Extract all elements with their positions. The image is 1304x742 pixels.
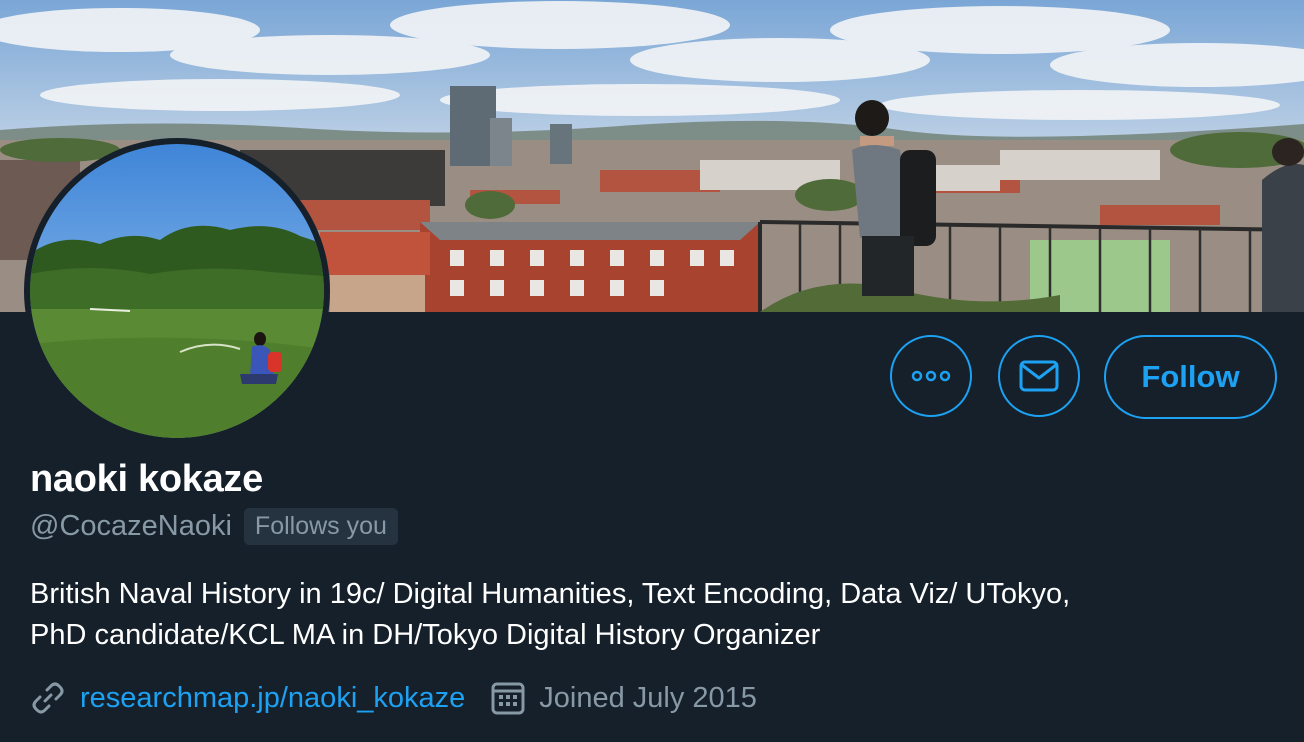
follows-you-badge: Follows you: [243, 508, 398, 545]
bio-line: PhD candidate/KCL MA in DH/Tokyo Digital…: [30, 619, 821, 651]
handle-row: @CocazeNaoki Follows you: [30, 508, 398, 545]
bio-line: British Naval History in 19c/ Digital Hu…: [30, 578, 1071, 610]
display-name: naoki kokaze: [30, 458, 263, 500]
link-icon: [30, 680, 66, 716]
envelope-icon: [1019, 360, 1059, 392]
profile-page: Follow naoki kokaze @CocazeNaoki Follows…: [0, 0, 1304, 742]
more-dots-icon: [911, 370, 951, 382]
profile-bio: British Naval History in 19c/ Digital Hu…: [30, 574, 1270, 656]
follow-button[interactable]: Follow: [1104, 335, 1277, 419]
profile-meta-row: researchmap.jp/naoki_kokaze Joined July …: [30, 680, 757, 716]
profile-avatar[interactable]: [24, 138, 330, 444]
username-handle: @CocazeNaoki: [30, 510, 232, 542]
message-button[interactable]: [998, 335, 1080, 417]
join-date: Joined July 2015: [539, 681, 757, 714]
website-link[interactable]: researchmap.jp/naoki_kokaze: [80, 682, 465, 715]
more-options-button[interactable]: [890, 335, 972, 417]
calendar-icon: [491, 681, 525, 715]
